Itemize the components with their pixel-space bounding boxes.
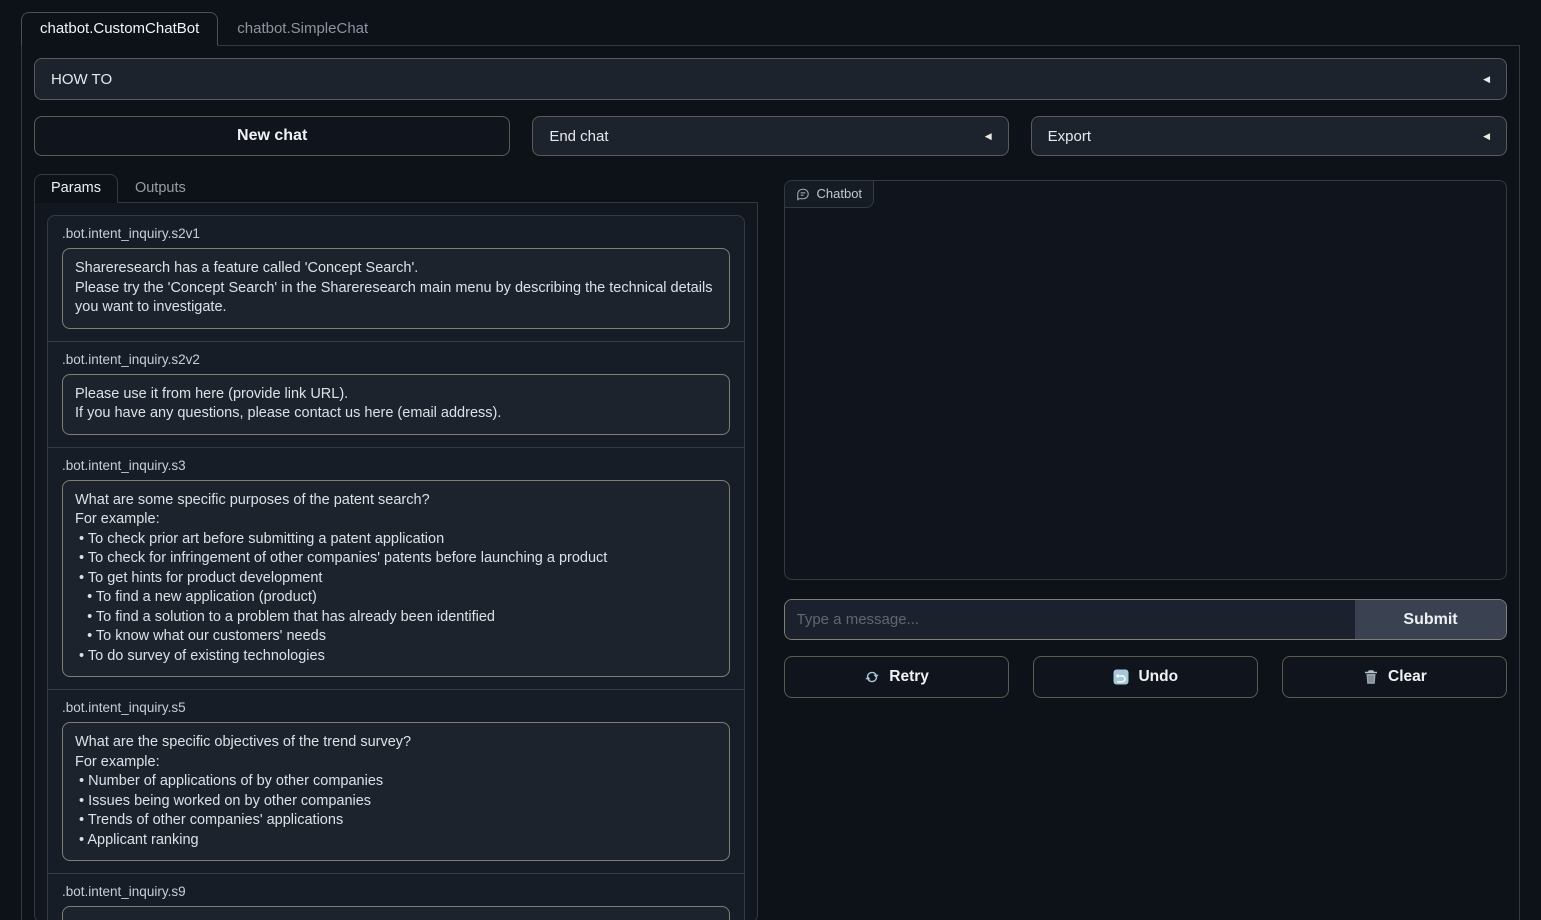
tab-content: HOW TO ◀ New chat End chat ◀ Export ◀ Pa… xyxy=(21,46,1520,920)
undo-icon xyxy=(1112,668,1130,686)
end-chat-accordion[interactable]: End chat ◀ xyxy=(532,116,1008,156)
param-textbox[interactable]: Shareresearch has a feature called 'Conc… xyxy=(62,248,730,329)
params-column: Params Outputs .bot.intent_inquiry.s2v1 … xyxy=(34,174,758,920)
param-group: .bot.intent_inquiry.s9 xyxy=(48,873,744,920)
param-textbox[interactable]: What are some specific purposes of the p… xyxy=(62,480,730,678)
top-tab-bar: chatbot.CustomChatBot chatbot.SimpleChat xyxy=(21,0,1520,46)
param-group: .bot.intent_inquiry.s2v1 Shareresearch h… xyxy=(48,216,744,341)
param-textbox[interactable]: Please use it from here (provide link UR… xyxy=(62,374,730,435)
accordion-arrow-icon: ◀ xyxy=(1483,131,1490,142)
param-label: .bot.intent_inquiry.s3 xyxy=(62,458,730,473)
tab-custom-chatbot[interactable]: chatbot.CustomChatBot xyxy=(21,12,218,46)
chat-action-row: Retry Undo xyxy=(784,656,1508,698)
params-panel: .bot.intent_inquiry.s2v1 Shareresearch h… xyxy=(34,203,758,920)
chat-bubble-icon xyxy=(796,187,810,201)
param-label: .bot.intent_inquiry.s5 xyxy=(62,700,730,715)
param-group: .bot.intent_inquiry.s3 What are some spe… xyxy=(48,447,744,690)
message-input-row: Submit xyxy=(784,599,1508,640)
main-area: Params Outputs .bot.intent_inquiry.s2v1 … xyxy=(34,174,1507,920)
export-label: Export xyxy=(1048,128,1091,145)
new-chat-button[interactable]: New chat xyxy=(34,116,510,156)
howto-accordion[interactable]: HOW TO ◀ xyxy=(34,58,1507,100)
clear-icon xyxy=(1362,668,1380,686)
tab-params[interactable]: Params xyxy=(34,174,118,203)
message-input[interactable] xyxy=(785,600,1356,639)
end-chat-label: End chat xyxy=(549,128,608,145)
param-label: .bot.intent_inquiry.s9 xyxy=(62,884,730,899)
undo-label: Undo xyxy=(1138,668,1178,686)
retry-icon xyxy=(863,668,881,686)
tab-outputs[interactable]: Outputs xyxy=(118,174,203,202)
undo-button[interactable]: Undo xyxy=(1033,656,1258,698)
retry-label: Retry xyxy=(889,668,929,686)
export-accordion[interactable]: Export ◀ xyxy=(1031,116,1507,156)
param-group: .bot.intent_inquiry.s5 What are the spec… xyxy=(48,689,744,873)
params-tab-bar: Params Outputs xyxy=(34,174,758,203)
param-label: .bot.intent_inquiry.s2v2 xyxy=(62,352,730,367)
chat-controls-row: New chat End chat ◀ Export ◀ xyxy=(34,116,1507,156)
chatbot-label-chip: Chatbot xyxy=(785,181,875,208)
tab-simple-chat[interactable]: chatbot.SimpleChat xyxy=(218,12,387,45)
clear-label: Clear xyxy=(1388,668,1427,686)
howto-label: HOW TO xyxy=(51,71,112,88)
accordion-arrow-icon: ◀ xyxy=(985,131,992,142)
clear-button[interactable]: Clear xyxy=(1282,656,1507,698)
chatbot-column: Chatbot Submit Retry xyxy=(784,174,1508,920)
param-label: .bot.intent_inquiry.s2v1 xyxy=(62,226,730,241)
param-group: .bot.intent_inquiry.s2v2 Please use it f… xyxy=(48,341,744,447)
chatbot-panel: Chatbot xyxy=(784,180,1508,580)
accordion-arrow-icon: ◀ xyxy=(1483,74,1490,85)
param-textbox[interactable]: What are the specific objectives of the … xyxy=(62,722,730,861)
retry-button[interactable]: Retry xyxy=(784,656,1009,698)
param-textbox[interactable] xyxy=(62,906,730,920)
chatbot-label: Chatbot xyxy=(817,186,863,201)
submit-button[interactable]: Submit xyxy=(1355,600,1506,639)
param-group-stack: .bot.intent_inquiry.s2v1 Shareresearch h… xyxy=(47,215,745,920)
